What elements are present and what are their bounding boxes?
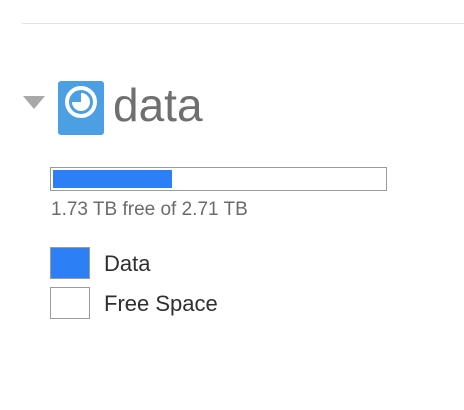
legend-label-free-space: Free Space bbox=[104, 291, 218, 316]
top-divider bbox=[22, 23, 464, 24]
legend-swatch-data bbox=[50, 247, 90, 279]
legend-item-free-space: Free Space bbox=[50, 287, 300, 321]
capacity-text: 1.73 TB free of 2.71 TB bbox=[51, 199, 248, 220]
legend-item-data: Data bbox=[50, 247, 300, 281]
timemachine-volume-icon bbox=[58, 81, 104, 135]
volume-name: data bbox=[113, 79, 203, 131]
disclosure-triangle-icon[interactable] bbox=[23, 96, 45, 109]
legend-swatch-free-space bbox=[50, 287, 90, 319]
usage-bar-used-fill bbox=[53, 170, 172, 188]
usage-bar bbox=[50, 167, 387, 191]
legend-label-data: Data bbox=[104, 251, 151, 276]
